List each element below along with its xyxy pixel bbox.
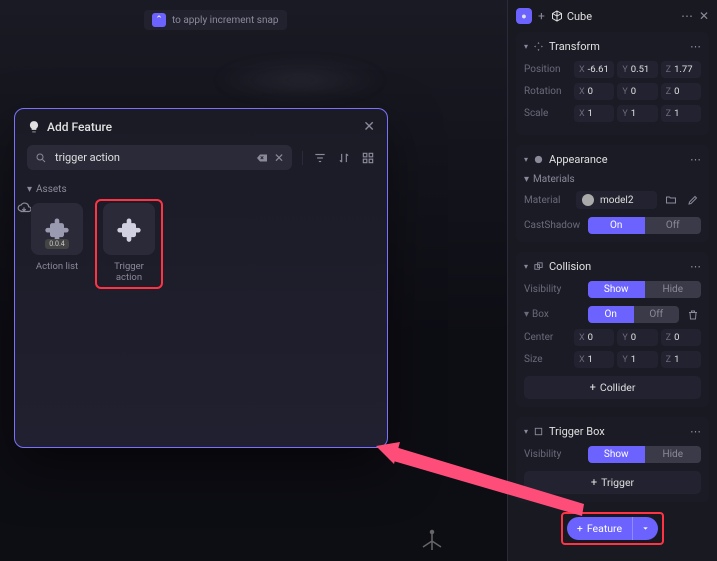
- section-title: Collision: [549, 260, 591, 273]
- lightbulb-icon: [27, 120, 41, 134]
- size-x[interactable]: X1: [574, 351, 614, 368]
- snap-hint: ⌃ to apply increment snap: [144, 10, 287, 30]
- scale-label: Scale: [524, 108, 570, 119]
- cast-shadow-off[interactable]: Off: [645, 217, 702, 234]
- visibility-label: Visibility: [524, 449, 582, 460]
- chevron-down-icon[interactable]: ▾: [524, 427, 528, 436]
- scale-y[interactable]: Y1: [617, 105, 657, 122]
- material-label: Material: [524, 195, 570, 206]
- center-label: Center: [524, 332, 570, 343]
- center-z[interactable]: Z0: [661, 329, 701, 346]
- cast-shadow-on[interactable]: On: [588, 217, 645, 234]
- version-badge: 0.0.4: [45, 239, 69, 249]
- add-collider-button[interactable]: +Collider: [524, 376, 701, 399]
- search-input-wrap[interactable]: ✕: [27, 145, 292, 170]
- filter-icon[interactable]: [313, 151, 327, 165]
- feature-button-highlight: +Feature: [561, 512, 664, 545]
- object-color-icon[interactable]: ●: [516, 8, 532, 24]
- chevron-down-icon[interactable]: ▾: [524, 262, 528, 271]
- asset-action-list[interactable]: 0.0.4 Action list: [27, 203, 87, 289]
- ctrl-key-icon: ⌃: [152, 13, 166, 27]
- asset-trigger-action[interactable]: Trigger action: [97, 201, 161, 287]
- section-more-icon[interactable]: ⋯: [690, 260, 701, 273]
- collision-section: ▾ Collision ⋯ Visibility Show Hide ▾Box …: [516, 252, 709, 407]
- material-swatch-icon: [582, 194, 594, 206]
- chevron-down-icon[interactable]: ▾: [524, 42, 528, 51]
- box-label: ▾Box: [524, 309, 582, 320]
- transform-icon: [533, 41, 544, 52]
- size-y[interactable]: Y1: [617, 351, 657, 368]
- trigger-icon: [533, 426, 544, 437]
- section-title: Appearance: [549, 153, 608, 166]
- center-x[interactable]: X0: [574, 329, 614, 346]
- cube-icon: [551, 10, 563, 22]
- close-icon[interactable]: ✕: [363, 119, 375, 135]
- center-y[interactable]: Y0: [617, 329, 657, 346]
- rotation-z[interactable]: Z0: [661, 83, 701, 100]
- trigger-box-section: ▾ Trigger Box ⋯ Visibility Show Hide +Tr…: [516, 417, 709, 502]
- position-x[interactable]: X-6.61: [574, 61, 614, 78]
- viewport-background: [200, 50, 400, 110]
- asset-label: Trigger action: [101, 261, 157, 283]
- section-more-icon[interactable]: ⋯: [690, 40, 701, 53]
- backspace-icon[interactable]: [256, 152, 268, 164]
- cloud-download-icon: [17, 201, 31, 215]
- close-panel-icon[interactable]: ✕: [699, 9, 709, 23]
- position-y[interactable]: Y0.51: [617, 61, 657, 78]
- chevron-down-icon[interactable]: ▾: [524, 155, 528, 164]
- materials-subhead: ▾Materials: [524, 174, 701, 185]
- search-input[interactable]: [53, 150, 250, 165]
- assets-section-label: ▾ Assets: [15, 180, 387, 203]
- trigger-hide[interactable]: Hide: [645, 446, 702, 463]
- edit-icon[interactable]: [685, 192, 701, 208]
- folder-icon[interactable]: [663, 192, 679, 208]
- gizmo-icon: [420, 529, 444, 553]
- visibility-label: Visibility: [524, 284, 582, 295]
- add-trigger-button[interactable]: +Trigger: [524, 471, 701, 494]
- position-z[interactable]: Z1.77: [661, 61, 701, 78]
- scale-x[interactable]: X1: [574, 105, 614, 122]
- size-label: Size: [524, 354, 570, 365]
- inspector-panel: ● + Cube ⋯ ✕ ▾ Transform ⋯ Position X-6.…: [507, 0, 717, 561]
- search-icon: [35, 152, 47, 164]
- rotation-x[interactable]: X0: [574, 83, 614, 100]
- material-picker[interactable]: model2: [576, 191, 657, 209]
- section-title: Transform: [549, 40, 600, 53]
- snap-hint-text: to apply increment snap: [172, 15, 279, 26]
- scale-z[interactable]: Z1: [661, 105, 701, 122]
- modal-title: Add Feature: [27, 120, 112, 134]
- trash-icon[interactable]: [685, 307, 701, 323]
- chevron-down-icon: ▾: [27, 184, 32, 195]
- section-more-icon[interactable]: ⋯: [690, 153, 701, 166]
- asset-label: Action list: [36, 261, 78, 272]
- more-icon[interactable]: ⋯: [681, 9, 693, 23]
- box-on[interactable]: On: [588, 306, 634, 323]
- section-title: Trigger Box: [549, 425, 605, 438]
- puzzle-icon: [115, 215, 143, 243]
- add-feature-modal: Add Feature ✕ ✕ ▾: [14, 108, 388, 448]
- chevron-down-icon: [641, 524, 650, 533]
- sort-icon[interactable]: [337, 151, 351, 165]
- clear-icon[interactable]: ✕: [274, 151, 284, 165]
- rotation-y[interactable]: Y0: [617, 83, 657, 100]
- collision-icon: [533, 261, 544, 272]
- add-icon[interactable]: +: [538, 9, 545, 23]
- size-z[interactable]: Z1: [661, 351, 701, 368]
- trigger-show[interactable]: Show: [588, 446, 645, 463]
- appearance-section: ▾ Appearance ⋯ ▾Materials Material model…: [516, 145, 709, 242]
- appearance-icon: [533, 154, 544, 165]
- feature-dropdown[interactable]: [633, 519, 658, 538]
- collision-show[interactable]: Show: [588, 281, 645, 298]
- add-feature-button[interactable]: +Feature: [567, 517, 658, 540]
- transform-section: ▾ Transform ⋯ Position X-6.61 Y0.51 Z1.7…: [516, 32, 709, 135]
- object-title[interactable]: Cube: [551, 10, 592, 23]
- section-more-icon[interactable]: ⋯: [690, 425, 701, 438]
- position-label: Position: [524, 64, 570, 75]
- collision-hide[interactable]: Hide: [645, 281, 702, 298]
- box-off[interactable]: Off: [634, 306, 680, 323]
- grid-icon[interactable]: [361, 151, 375, 165]
- rotation-label: Rotation: [524, 86, 570, 97]
- cast-shadow-label: CastShadow: [524, 220, 582, 231]
